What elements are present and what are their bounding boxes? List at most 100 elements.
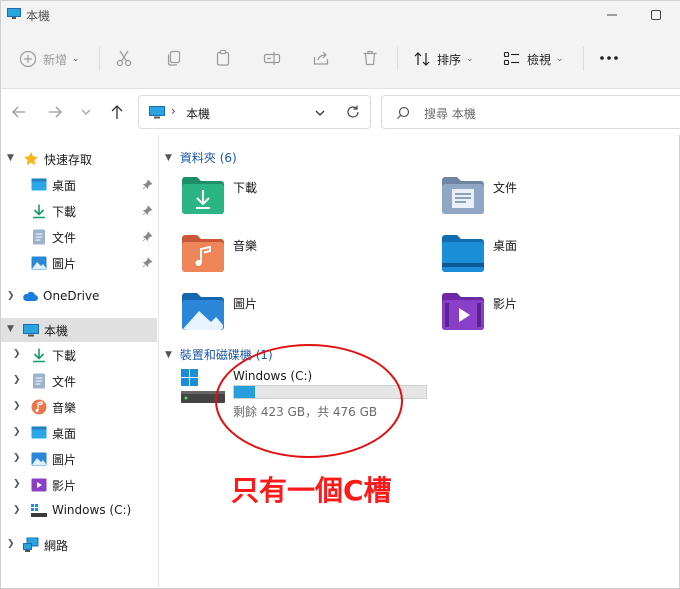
collapsed-chevron-icon[interactable]: ❯ — [7, 539, 15, 549]
picture-icon — [31, 452, 47, 466]
collapsed-chevron-icon[interactable]: ❯ — [13, 453, 21, 463]
file-explorer-window: 本機 新增 ⌄ 排序 ⌄ 檢視 ⌄ › 本機 搜尋 本機 ▼ 快速存取 桌面 下… — [0, 0, 680, 589]
music-icon — [31, 399, 47, 415]
sidebar-item-pc-drive-c[interactable]: ❯ Windows (C:) — [1, 499, 157, 523]
expanded-chevron-icon[interactable]: ▼ — [7, 153, 14, 163]
new-button[interactable]: 新增 ⌄ — [19, 45, 80, 73]
download-icon — [33, 204, 45, 219]
collapsed-chevron-icon[interactable]: ❯ — [13, 375, 21, 385]
copy-icon[interactable] — [165, 49, 183, 67]
sidebar-item-downloads[interactable]: 下載 — [1, 199, 157, 223]
share-icon[interactable] — [312, 49, 330, 67]
picture-icon — [31, 256, 47, 270]
sidebar-label: 文件 — [52, 375, 77, 389]
view-button[interactable]: 檢視 ⌄ — [503, 45, 564, 73]
sidebar-item-pc-desktop[interactable]: ❯ 桌面 — [1, 421, 157, 445]
annotation-text: 只有一個C槽 — [231, 474, 392, 507]
folder-name: 桌面 — [493, 239, 518, 253]
collapsed-chevron-icon[interactable]: ❯ — [13, 505, 21, 515]
add-icon — [19, 50, 37, 68]
documents-folder-icon — [442, 177, 484, 214]
sidebar-label: 桌面 — [52, 179, 77, 193]
new-label: 新增 — [43, 52, 68, 67]
sidebar-item-network[interactable]: ❯ 網路 — [1, 533, 157, 557]
rename-icon[interactable] — [263, 49, 281, 67]
folder-item-videos[interactable]: 影片 — [441, 291, 671, 337]
collapsed-chevron-icon[interactable]: ❯ — [7, 291, 15, 301]
cut-icon[interactable] — [115, 49, 133, 67]
sidebar-label: Windows (C:) — [52, 503, 132, 517]
address-bar[interactable]: › 本機 — [138, 95, 371, 129]
annotation-ellipse — [215, 344, 403, 458]
view-icon — [503, 51, 519, 66]
up-arrow-icon[interactable] — [107, 102, 127, 122]
videos-folder-icon — [442, 293, 484, 330]
refresh-icon[interactable] — [345, 104, 361, 120]
title-bar: 本機 — [1, 1, 680, 29]
folder-item-music[interactable]: 音樂 — [181, 233, 411, 279]
this-pc-icon — [23, 324, 39, 337]
sidebar-label: 音樂 — [52, 401, 77, 415]
sidebar-item-documents[interactable]: 文件 — [1, 225, 157, 249]
sort-button[interactable]: 排序 ⌄ — [413, 45, 474, 73]
collapsed-chevron-icon[interactable]: ❯ — [13, 401, 21, 411]
folder-item-pictures[interactable]: 圖片 — [181, 291, 411, 337]
delete-icon[interactable] — [361, 49, 379, 67]
collapsed-chevron-icon[interactable]: ❯ — [13, 349, 21, 359]
desktop-icon — [31, 178, 47, 191]
pin-icon[interactable] — [142, 257, 153, 268]
sidebar-item-pc-pictures[interactable]: ❯ 圖片 — [1, 447, 157, 471]
sidebar-item-onedrive[interactable]: ❯ OneDrive — [1, 285, 157, 309]
forward-arrow-icon[interactable] — [45, 102, 65, 122]
divider — [397, 47, 398, 71]
sidebar-label: 圖片 — [52, 257, 77, 271]
divider — [583, 47, 584, 71]
sidebar-item-quick-access[interactable]: ▼ 快速存取 — [1, 147, 157, 171]
sidebar-item-pictures[interactable]: 圖片 — [1, 251, 157, 275]
divider — [99, 47, 100, 71]
expanded-chevron-icon[interactable]: ▼ — [165, 153, 172, 163]
collapsed-chevron-icon[interactable]: ❯ — [13, 479, 21, 489]
pictures-folder-icon — [182, 293, 224, 330]
sidebar-item-pc-videos[interactable]: ❯ 影片 — [1, 473, 157, 497]
sidebar-label: 本機 — [44, 324, 69, 338]
expanded-chevron-icon[interactable]: ▼ — [7, 324, 14, 334]
this-pc-icon — [149, 106, 165, 119]
paste-icon[interactable] — [214, 49, 232, 67]
ellipsis-icon[interactable] — [598, 51, 620, 65]
folder-item-desktop[interactable]: 桌面 — [441, 233, 671, 279]
folders-group-header[interactable]: ▼ 資料夾 (6) — [165, 149, 237, 166]
folder-item-downloads[interactable]: 下載 — [181, 175, 411, 221]
search-box[interactable]: 搜尋 本機 — [381, 95, 680, 129]
chevron-down-icon: ⌄ — [556, 54, 564, 64]
back-arrow-icon[interactable] — [9, 102, 29, 122]
sidebar-item-desktop[interactable]: 桌面 — [1, 173, 157, 197]
pin-icon[interactable] — [142, 179, 153, 190]
sidebar-label: 文件 — [52, 231, 77, 245]
video-icon — [31, 478, 47, 492]
address-dropdown-icon[interactable] — [314, 107, 326, 119]
sidebar-item-pc-downloads[interactable]: ❯ 下載 — [1, 343, 157, 367]
maximize-button[interactable] — [648, 7, 664, 23]
minimize-button[interactable] — [604, 7, 620, 23]
collapsed-chevron-icon[interactable]: ❯ — [13, 427, 21, 437]
expanded-chevron-icon[interactable]: ▼ — [165, 350, 172, 360]
address-location[interactable]: 本機 — [186, 105, 210, 122]
search-placeholder: 搜尋 本機 — [424, 107, 476, 121]
this-pc-icon — [7, 8, 21, 19]
recent-locations-chevron-icon[interactable] — [79, 102, 93, 122]
sidebar-item-this-pc[interactable]: ▼ 本機 — [1, 318, 157, 342]
folder-item-documents[interactable]: 文件 — [441, 175, 671, 221]
breadcrumb-separator-icon: › — [171, 104, 176, 118]
pin-icon[interactable] — [142, 205, 153, 216]
pin-icon[interactable] — [142, 231, 153, 242]
drive-icon — [31, 504, 47, 517]
sidebar-label: 快速存取 — [44, 153, 93, 167]
document-icon — [33, 373, 45, 389]
sidebar-item-pc-music[interactable]: ❯ 音樂 — [1, 395, 157, 419]
sort-label: 排序 — [437, 52, 462, 67]
chevron-down-icon: ⌄ — [466, 54, 474, 64]
cloud-icon — [23, 291, 38, 301]
navigation-bar: › 本機 搜尋 本機 — [1, 89, 680, 135]
sidebar-item-pc-documents[interactable]: ❯ 文件 — [1, 369, 157, 393]
